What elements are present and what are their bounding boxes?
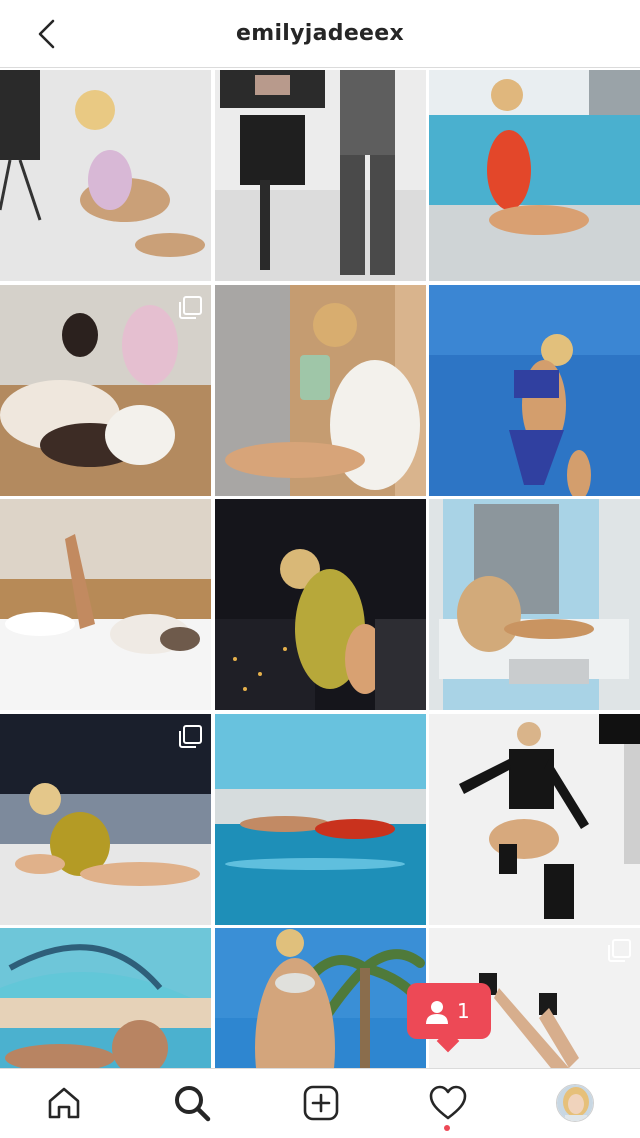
- post-image: [214, 70, 426, 281]
- app-screen: emilyjadeeex 1: [0, 0, 640, 1138]
- post-image: [214, 499, 426, 710]
- tab-search[interactable]: [170, 1081, 214, 1125]
- post-image: [429, 499, 640, 710]
- heart-icon: [429, 1085, 467, 1120]
- activity-indicator-dot: [444, 1125, 450, 1131]
- tab-profile-avatar[interactable]: [556, 1084, 594, 1122]
- post-thumbnail[interactable]: [214, 713, 426, 925]
- post-image: [0, 499, 211, 710]
- post-thumbnail[interactable]: [429, 70, 640, 281]
- post-thumbnail[interactable]: [429, 499, 640, 710]
- post-image: [429, 70, 640, 281]
- person-icon: [426, 1001, 448, 1024]
- post-thumbnail[interactable]: [0, 284, 211, 496]
- bottom-tab-bar: [0, 1068, 640, 1138]
- posts-grid: [0, 70, 640, 1138]
- post-image: [214, 284, 426, 496]
- page-title: emilyjadeeex: [236, 21, 404, 46]
- activity-notification-badge[interactable]: 1: [407, 983, 491, 1053]
- post-thumbnail[interactable]: [429, 713, 640, 925]
- post-image: [429, 713, 640, 925]
- post-thumbnail[interactable]: [0, 713, 211, 925]
- post-thumbnail[interactable]: [0, 499, 211, 710]
- tab-new-post[interactable]: [299, 1081, 343, 1125]
- plus-square-icon: [303, 1085, 339, 1121]
- post-image: [429, 284, 640, 496]
- home-icon: [48, 1087, 80, 1119]
- post-thumbnail[interactable]: [0, 70, 211, 281]
- post-thumbnail[interactable]: [214, 70, 426, 281]
- tab-home[interactable]: [42, 1081, 86, 1125]
- post-thumbnail[interactable]: [214, 499, 426, 710]
- header-bar: emilyjadeeex: [0, 0, 640, 68]
- post-thumbnail[interactable]: [429, 284, 640, 496]
- tab-activity[interactable]: [426, 1081, 470, 1125]
- carousel-icon: [608, 939, 631, 962]
- post-image: [214, 713, 426, 925]
- carousel-icon: [179, 295, 202, 319]
- post-thumbnail[interactable]: [214, 284, 426, 496]
- notification-count: 1: [457, 999, 470, 1023]
- search-icon: [175, 1086, 211, 1122]
- carousel-icon: [179, 724, 202, 748]
- post-image: [0, 70, 211, 281]
